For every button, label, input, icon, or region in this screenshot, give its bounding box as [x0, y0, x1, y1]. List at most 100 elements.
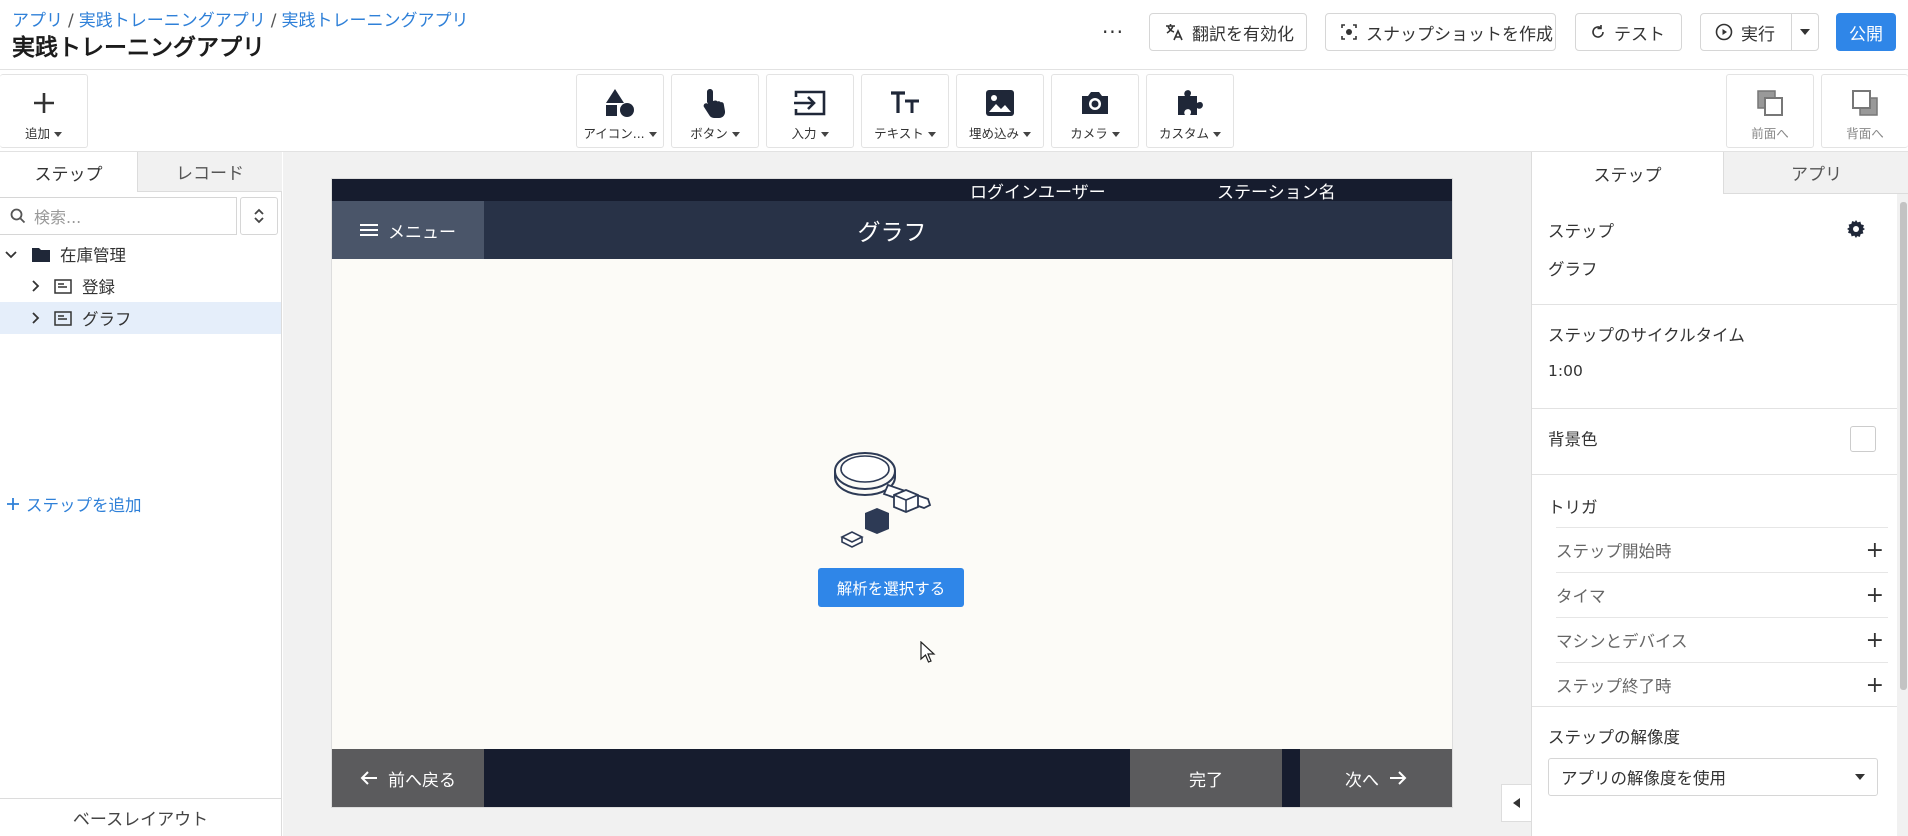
- tree-item-register[interactable]: 登録: [0, 270, 281, 302]
- caret-left-icon: [1513, 798, 1520, 808]
- add-trigger-icon[interactable]: +: [1866, 673, 1884, 698]
- chevron-right-icon: [32, 312, 40, 324]
- tab-step[interactable]: ステップ: [1532, 152, 1723, 194]
- scrollbar[interactable]: [1897, 194, 1908, 836]
- collapse-panel-button[interactable]: [1501, 784, 1531, 822]
- hamburger-icon: [360, 224, 378, 236]
- sort-icon: [254, 208, 264, 224]
- snapshot-icon: [1341, 24, 1357, 40]
- tree-item-label: グラフ: [82, 310, 132, 329]
- background-color-swatch[interactable]: [1850, 426, 1876, 452]
- toolbar-camera-label: カメラ: [1070, 123, 1120, 142]
- screen-title: グラフ: [857, 220, 927, 246]
- run-dropdown-toggle[interactable]: [1791, 14, 1818, 50]
- input-arrow-icon: [794, 90, 826, 116]
- app-header: アプリ / 実践トレーニングアプリ / 実践トレーニングアプリ 実践トレーニングアプリ …: [0, 0, 1908, 70]
- toolbar-custom-button[interactable]: カスタム: [1146, 74, 1234, 148]
- chevron-right-icon: [32, 280, 40, 292]
- refresh-icon: [1592, 25, 1604, 38]
- run-button[interactable]: 実行: [1700, 13, 1819, 51]
- test-button[interactable]: テスト: [1575, 13, 1682, 51]
- tab-records[interactable]: レコード: [137, 152, 282, 192]
- app-preview[interactable]: ログインユーザー ステーション名 グラフ メニュー 解析を選択する 前へ戻る 完…: [332, 179, 1452, 807]
- bring-forward-icon: [1757, 90, 1783, 116]
- test-label: テスト: [1614, 24, 1665, 45]
- create-snapshot-button[interactable]: スナップショットを作成: [1325, 13, 1556, 51]
- step-icon: [54, 310, 72, 326]
- shapes-icon: [606, 89, 634, 117]
- toolbar-icon-label: アイコン...: [583, 123, 656, 142]
- step-search-input[interactable]: 検索...: [0, 197, 237, 235]
- enable-translation-button[interactable]: 翻訳を有効化: [1149, 13, 1307, 51]
- camera-icon: [1082, 92, 1108, 114]
- add-step-link[interactable]: ステップを追加: [6, 492, 142, 516]
- text-size-icon: [891, 91, 919, 113]
- add-trigger-icon[interactable]: +: [1866, 538, 1884, 563]
- step-resolution-label: ステップの解像度: [1548, 728, 1680, 747]
- step-name-value[interactable]: グラフ: [1548, 256, 1598, 280]
- search-icon: [10, 208, 26, 224]
- add-trigger-icon[interactable]: +: [1866, 583, 1884, 608]
- add-trigger-icon[interactable]: +: [1866, 628, 1884, 653]
- enable-translation-label: 翻訳を有効化: [1192, 24, 1294, 45]
- tab-app[interactable]: アプリ: [1723, 152, 1908, 194]
- tree-folder-inventory[interactable]: 在庫管理: [0, 238, 281, 270]
- scroll-thumb[interactable]: [1900, 202, 1907, 690]
- base-layout-button[interactable]: ベースレイアウト: [0, 798, 281, 836]
- toolbar-camera-button[interactable]: カメラ: [1051, 74, 1139, 148]
- folder-icon: [32, 247, 50, 262]
- widget-toolbar: 追加 アイコン... ボタン 入力 テキスト 埋め込み カメラ カスタム 前面へ…: [0, 70, 1908, 152]
- trigger-machines-devices[interactable]: マシンとデバイス +: [1556, 617, 1888, 662]
- analysis-placeholder-icon: [834, 452, 932, 548]
- add-button[interactable]: 追加: [0, 74, 88, 148]
- toolbar-icon-button[interactable]: アイコン...: [576, 74, 664, 148]
- mouse-cursor-icon: [920, 641, 936, 663]
- trigger-step-start[interactable]: ステップ開始時 +: [1556, 527, 1888, 572]
- step-resolution-select[interactable]: アプリの解像度を使用: [1548, 758, 1878, 796]
- sort-button[interactable]: [240, 197, 278, 235]
- menu-button[interactable]: メニュー: [332, 201, 484, 259]
- tree-folder-label: 在庫管理: [60, 246, 126, 265]
- play-circle-icon: [1715, 23, 1733, 41]
- more-options-button[interactable]: ···: [1098, 18, 1128, 46]
- divider: [1532, 706, 1897, 707]
- create-snapshot-label: スナップショットを作成: [1366, 24, 1553, 45]
- trigger-step-end[interactable]: ステップ終了時 +: [1556, 662, 1888, 707]
- back-button[interactable]: 前へ戻る: [332, 749, 484, 807]
- breadcrumb-item-app-current[interactable]: 実践トレーニングアプリ: [281, 11, 468, 31]
- next-button[interactable]: 次へ: [1300, 749, 1452, 807]
- trigger-timer[interactable]: タイマ +: [1556, 572, 1888, 617]
- plus-icon: [33, 93, 54, 113]
- toolbar-text-button[interactable]: テキスト: [861, 74, 949, 148]
- search-placeholder: 検索...: [34, 208, 82, 227]
- trigger-label: ステップ開始時: [1556, 542, 1672, 561]
- trigger-label: タイマ: [1556, 587, 1606, 606]
- complete-button[interactable]: 完了: [1130, 749, 1282, 807]
- arrow-right-icon: [1390, 771, 1407, 785]
- step-icon: [54, 278, 72, 294]
- tab-steps[interactable]: ステップ: [0, 152, 137, 192]
- background-color-label: 背景色: [1548, 430, 1598, 449]
- gear-icon[interactable]: [1846, 219, 1866, 239]
- toolbar-embed-button[interactable]: 埋め込み: [956, 74, 1044, 148]
- menu-label: メニュー: [388, 222, 456, 243]
- select-analysis-button[interactable]: 解析を選択する: [818, 568, 964, 607]
- logged-in-user: ログインユーザー: [970, 183, 1106, 203]
- run-label: 実行: [1741, 24, 1775, 45]
- send-backward-button[interactable]: 背面へ: [1821, 74, 1908, 148]
- left-panel: ステップ レコード 検索... 在庫管理 登録 グラフ ステップを追加 ベースレ…: [0, 152, 282, 836]
- bring-forward-button[interactable]: 前面へ: [1726, 74, 1814, 148]
- station-name: ステーション名: [1217, 183, 1336, 203]
- pointer-hand-icon: [703, 89, 726, 118]
- toolbar-input-label: 入力: [791, 123, 828, 142]
- cycle-time-value[interactable]: 1:00: [1548, 362, 1583, 380]
- image-icon: [986, 90, 1014, 116]
- complete-label: 完了: [1189, 770, 1223, 791]
- toolbar-input-button[interactable]: 入力: [766, 74, 854, 148]
- back-label: 前へ戻る: [388, 770, 456, 791]
- tree-item-graph[interactable]: グラフ: [0, 302, 281, 334]
- page-title: 実践トレーニングアプリ: [12, 35, 265, 61]
- toolbar-button-button[interactable]: ボタン: [671, 74, 759, 148]
- add-step-label: ステップを追加: [26, 496, 142, 515]
- publish-button[interactable]: 公開: [1836, 13, 1896, 51]
